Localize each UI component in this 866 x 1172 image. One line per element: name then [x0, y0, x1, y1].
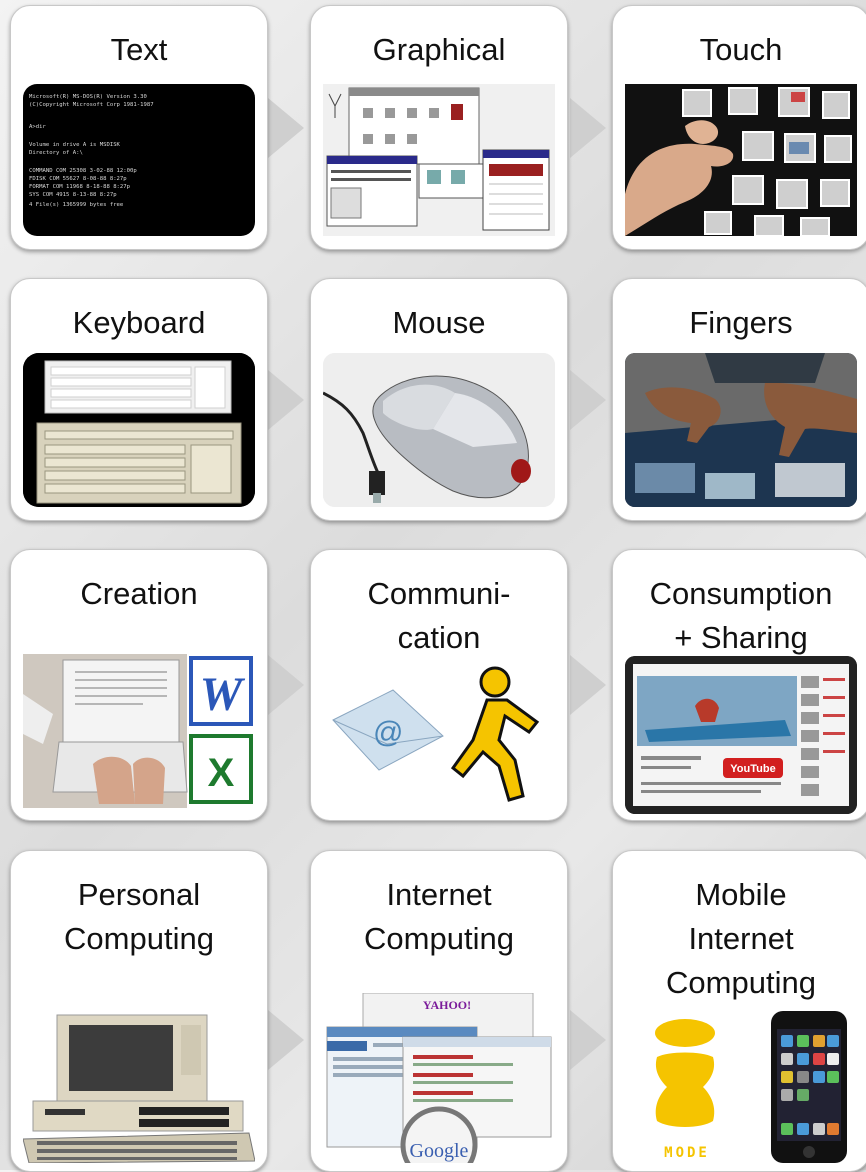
- dos-line: FORMAT COM 11968 8-18-88 8:27p: [29, 184, 131, 190]
- iphone-icon: [771, 1011, 847, 1163]
- card-touch: Touch: [612, 5, 866, 250]
- youtube-logo: YouTube: [730, 763, 775, 775]
- card-creation: Creation W X: [10, 549, 268, 821]
- creation-image: W X: [23, 654, 255, 808]
- ibm-pc-svg: [23, 1013, 255, 1163]
- card-internet-computing: Internet Computing YAHOO! Google: [310, 850, 568, 1172]
- card-consumption-sharing: Consumption + Sharing YouTube: [612, 549, 866, 821]
- multitouch-table-svg: [625, 353, 857, 507]
- card-graphical: Graphical: [310, 5, 568, 250]
- card-title: Touch: [699, 32, 783, 67]
- arrow-icon: [570, 655, 606, 715]
- card-title: Consumption + Sharing: [649, 576, 833, 655]
- dos-line: Microsoft(R) MS-DOS(R) Version 3.30: [29, 94, 147, 100]
- web-browsers-svg: YAHOO! Google: [323, 993, 555, 1163]
- dos-line: (C)Copyright Microsoft Corp 1981-1987: [29, 102, 154, 108]
- card-title: Mobile Internet Computing: [666, 877, 816, 1000]
- excel-icon: X: [208, 751, 235, 795]
- arrow-icon: [570, 98, 606, 158]
- card-title: Fingers: [689, 305, 793, 340]
- arrow-icon: [268, 98, 304, 158]
- card-title: Communi- cation: [367, 576, 511, 655]
- keyboards-image: [23, 353, 255, 507]
- windows-gui-svg: [323, 84, 555, 236]
- dos-line: A>dir: [29, 124, 46, 130]
- dos-line: Directory of A:\: [29, 150, 83, 156]
- dos-line: COMMAND COM 25308 3-02-88 12:00p: [29, 168, 137, 174]
- mobile-image: MODE: [625, 1011, 857, 1163]
- yahoo-logo: YAHOO!: [423, 998, 471, 1012]
- mobile-svg: MODE: [625, 1011, 857, 1163]
- touch-tablet-image: [625, 84, 857, 236]
- card-title: Keyboard: [72, 305, 206, 340]
- card-text: Text Microsoft(R) MS-DOS(R) Version 3.30…: [10, 5, 268, 250]
- dos-screen-svg: Microsoft(R) MS-DOS(R) Version 3.30 (C)C…: [29, 94, 154, 208]
- touch-tablet-svg: [625, 84, 857, 236]
- dos-line: Volume in drive A is MSDISK: [29, 142, 121, 148]
- creation-svg: W X: [23, 654, 253, 808]
- web-browsers-image: YAHOO! Google: [323, 993, 555, 1163]
- imode-text: MODE: [664, 1145, 710, 1161]
- multitouch-table-image: [625, 353, 857, 507]
- communication-svg: @: [323, 660, 555, 810]
- mouse-svg: [323, 353, 555, 507]
- youtube-tablet-svg: YouTube: [625, 656, 857, 814]
- windows-gui-image: [323, 84, 555, 236]
- dos-line: SYS COM 4915 8-13-88 8:27p: [29, 192, 117, 198]
- card-title: Text: [110, 32, 168, 67]
- youtube-tablet-image: YouTube: [625, 656, 857, 814]
- keyboards-svg: [23, 353, 255, 507]
- card-keyboard: Keyboard: [10, 278, 268, 521]
- dos-line: FDISK COM 55627 8-08-88 8:27p: [29, 176, 127, 182]
- card-personal-computing: Personal Computing: [10, 850, 268, 1172]
- dos-line: 4 File(s) 1365999 bytes free: [29, 202, 124, 208]
- arrow-icon: [268, 1010, 304, 1070]
- communication-image: @: [323, 660, 555, 810]
- word-icon: W: [200, 668, 246, 721]
- arrow-icon: [570, 1010, 606, 1070]
- card-fingers: Fingers: [612, 278, 866, 521]
- arrow-icon: [268, 655, 304, 715]
- card-mouse: Mouse: [310, 278, 568, 521]
- dos-screen-image: Microsoft(R) MS-DOS(R) Version 3.30 (C)C…: [23, 84, 255, 236]
- card-communication: Communi- cation @: [310, 549, 568, 821]
- arrow-icon: [268, 370, 304, 430]
- card-title: Mouse: [392, 305, 486, 340]
- ibm-pc-image: [23, 1013, 255, 1163]
- card-title: Internet Computing: [364, 877, 514, 956]
- card-title: Graphical: [372, 32, 506, 67]
- at-sign: @: [373, 716, 403, 749]
- card-title: Personal Computing: [64, 877, 214, 956]
- evolution-grid: Text Microsoft(R) MS-DOS(R) Version 3.30…: [0, 0, 866, 1172]
- card-mobile-internet-computing: Mobile Internet Computing MODE: [612, 850, 866, 1172]
- arrow-icon: [570, 370, 606, 430]
- mouse-image: [323, 353, 555, 507]
- card-title: Creation: [80, 576, 198, 611]
- google-logo: Google: [410, 1140, 469, 1162]
